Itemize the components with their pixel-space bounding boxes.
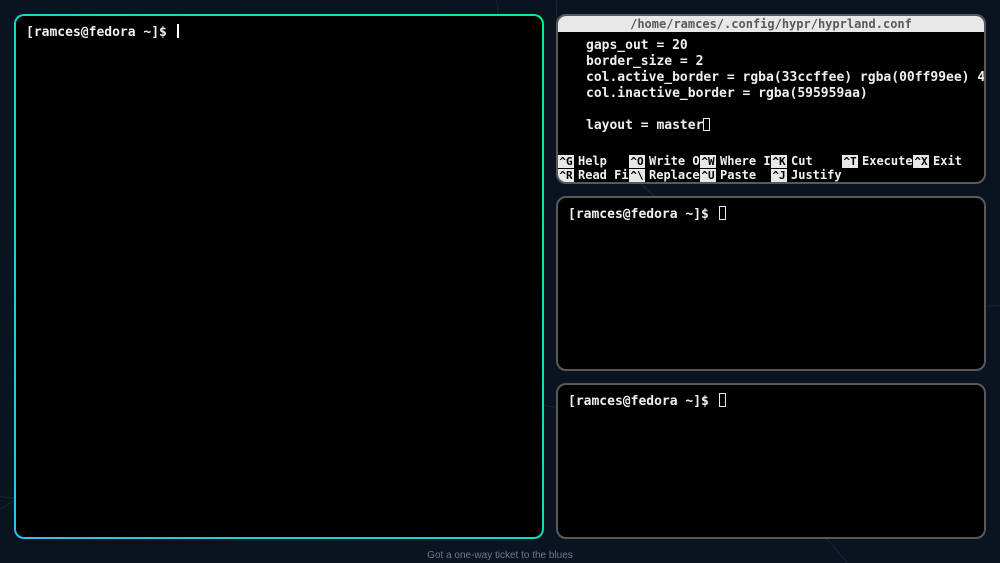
help-item: ^\Replace: [629, 168, 700, 182]
help-item: ^XExit: [913, 154, 984, 168]
help-item: ^WWhere Is: [700, 154, 771, 168]
shell-prompt: [ramces@fedora ~]$: [568, 394, 717, 409]
cursor-icon: [719, 393, 726, 407]
prompt-line: [ramces@fedora ~]$: [26, 24, 532, 40]
desktop: [ramces@fedora ~]$ /home/ramces/.config/…: [0, 0, 1000, 563]
terminal-main[interactable]: [ramces@fedora ~]$: [14, 14, 544, 539]
cursor-icon: [177, 24, 179, 38]
editor-help-bar: ^GHelp ^OWrite Out ^WWhere Is ^KCut ^TEx…: [558, 154, 984, 182]
shell-prompt: [ramces@fedora ~]$: [26, 25, 175, 40]
terminal-editor[interactable]: /home/ramces/.config/hypr/hyprland.conf …: [556, 14, 986, 184]
terminal-secondary-1[interactable]: [ramces@fedora ~]$: [556, 196, 986, 371]
terminal-secondary-2[interactable]: [ramces@fedora ~]$: [556, 383, 986, 539]
editor-titlebar: /home/ramces/.config/hypr/hyprland.conf: [558, 16, 984, 32]
help-item: ^TExecute: [842, 154, 913, 168]
status-bar-text: Got a one-way ticket to the blues: [0, 550, 1000, 561]
prompt-line: [ramces@fedora ~]$: [568, 206, 974, 222]
help-item: ^JJustify: [771, 168, 842, 182]
help-item: ^GHelp: [558, 154, 629, 168]
help-item: ^RRead File: [558, 168, 629, 182]
help-item: ^KCut: [771, 154, 842, 168]
editor-content[interactable]: gaps_out = 20 border_size = 2 col.active…: [568, 38, 974, 134]
shell-prompt: [ramces@fedora ~]$: [568, 207, 717, 222]
help-item: ^OWrite Out: [629, 154, 700, 168]
cursor-icon: [719, 206, 726, 220]
prompt-line: [ramces@fedora ~]$: [568, 393, 974, 409]
help-item: ^UPaste: [700, 168, 771, 182]
cursor-icon: [703, 118, 710, 131]
